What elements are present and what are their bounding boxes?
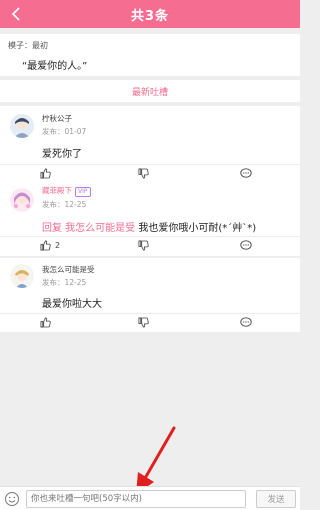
comment-body: 我也爱你哦小可耐(*´艸`*) bbox=[138, 223, 257, 234]
comment-bubble-icon bbox=[240, 168, 252, 178]
comment-username[interactable]: 我怎么可能是受 bbox=[42, 264, 95, 275]
reply-prefix[interactable]: 回复 我怎么可能是受 bbox=[42, 223, 135, 234]
thumbs-down-icon bbox=[138, 317, 149, 328]
comment-date: 发布：01-07 bbox=[42, 127, 87, 136]
reply-button[interactable] bbox=[240, 240, 252, 251]
comment-item: 我怎么可能是受 发布：12-25 最爱你啦大大 bbox=[0, 258, 300, 332]
comment-actions bbox=[0, 317, 300, 331]
username-text: 藏菲殿下 bbox=[42, 186, 72, 195]
comment-bubble-icon bbox=[240, 240, 252, 250]
comment-username[interactable]: 藏菲殿下 VIP bbox=[42, 185, 91, 197]
dislike-button[interactable] bbox=[138, 168, 149, 179]
send-button[interactable]: 发送 bbox=[256, 490, 296, 508]
comment-item: 柠秋公子 发布：01-07 爱死你了 bbox=[0, 106, 300, 186]
thumbs-down-icon bbox=[138, 168, 149, 179]
reply-button[interactable] bbox=[240, 317, 252, 328]
comment-bubble-icon bbox=[240, 317, 252, 327]
dislike-button[interactable] bbox=[138, 317, 149, 328]
chevron-left-icon bbox=[11, 7, 20, 21]
reply-button[interactable] bbox=[240, 168, 252, 179]
latest-comments-label: 最新吐槽 bbox=[131, 87, 168, 98]
dislike-button[interactable] bbox=[138, 240, 149, 251]
divider bbox=[0, 236, 300, 237]
comment-username[interactable]: 柠秋公子 bbox=[42, 113, 72, 124]
like-count: 2 bbox=[55, 241, 61, 250]
comment-item: 藏菲殿下 VIP 发布：12-25 回复 我怎么可能是受 我也爱你哦小可耐(*´艸… bbox=[0, 180, 300, 256]
thumbs-down-icon bbox=[138, 240, 149, 251]
quote-card: 模子：最初 “最爱你的人。” bbox=[0, 34, 300, 76]
thumbs-up-icon bbox=[40, 317, 51, 328]
vip-badge: VIP bbox=[75, 187, 91, 197]
like-button[interactable]: 2 bbox=[40, 240, 60, 251]
avatar[interactable] bbox=[10, 188, 34, 212]
comment-text: 爱死你了 bbox=[42, 149, 82, 160]
thumbs-up-icon bbox=[40, 240, 51, 251]
latest-comments-header: 最新吐槽 bbox=[0, 80, 300, 102]
quote-text: “最爱你的人。” bbox=[22, 61, 88, 72]
title-bar: 共3条 bbox=[0, 0, 300, 28]
like-button[interactable] bbox=[40, 317, 51, 328]
avatar[interactable] bbox=[10, 114, 34, 138]
back-button[interactable] bbox=[6, 4, 26, 24]
divider bbox=[0, 313, 300, 314]
smiley-icon bbox=[5, 492, 19, 506]
thumbs-up-icon bbox=[40, 168, 51, 179]
emoji-button[interactable] bbox=[4, 491, 20, 507]
divider bbox=[0, 164, 300, 165]
comment-date: 发布：12-25 bbox=[42, 278, 87, 287]
quote-meta: 模子：最初 bbox=[8, 41, 48, 50]
comment-text: 回复 我怎么可能是受 我也爱你哦小可耐(*´艸`*) bbox=[42, 219, 256, 234]
comment-actions: 2 bbox=[0, 240, 300, 254]
avatar[interactable] bbox=[10, 264, 34, 288]
comment-input-bar: 发送 bbox=[0, 486, 300, 510]
page-title: 共3条 bbox=[130, 8, 170, 24]
comment-date: 发布：12-25 bbox=[42, 200, 87, 209]
like-button[interactable] bbox=[40, 168, 51, 179]
comment-input[interactable] bbox=[26, 490, 246, 508]
comment-text: 最爱你啦大大 bbox=[42, 299, 102, 310]
